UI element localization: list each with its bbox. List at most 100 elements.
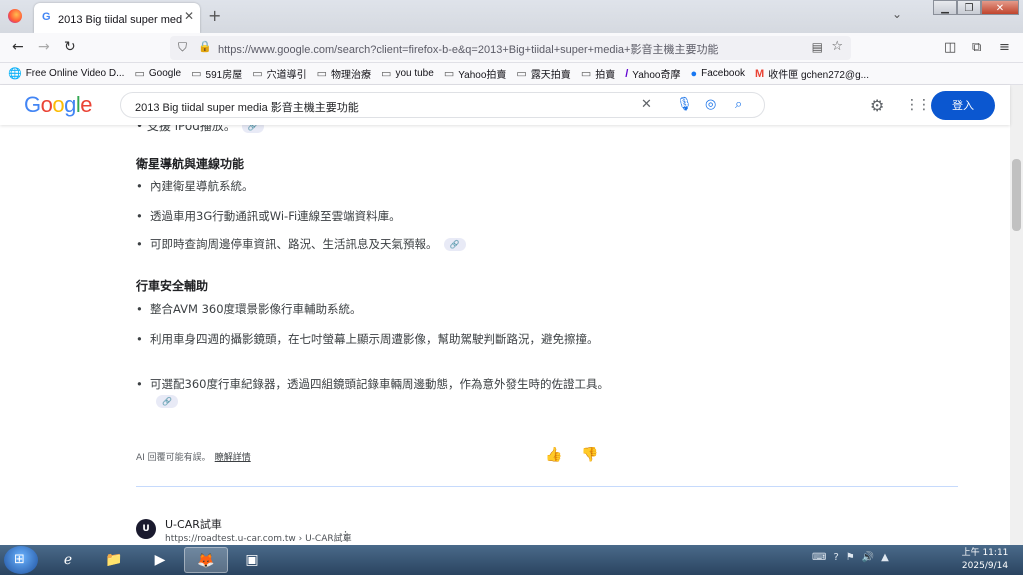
folder-icon: ▭	[516, 68, 527, 80]
google-header: Google 2013 Big tiidal super media 影音主機主…	[0, 85, 1010, 125]
pocket-icon[interactable]: ◫	[944, 40, 956, 55]
more-options-icon[interactable]: ⋮	[340, 529, 351, 542]
scrollbar[interactable]	[1010, 85, 1023, 545]
close-window-icon[interactable]: ✕	[981, 0, 1019, 15]
link-icon[interactable]: 🔗	[241, 125, 264, 133]
link-icon[interactable]: 🔗	[443, 238, 466, 251]
list-item: • 支援 iPod播放。 🔗	[136, 125, 264, 134]
bookmark-item[interactable]: ▭ Yahoo拍賣	[444, 66, 507, 81]
bookmark-star-icon[interactable]: ☆	[831, 39, 843, 54]
minimize-icon[interactable]: ▁	[933, 0, 957, 15]
lock-icon[interactable]: 🔒	[198, 40, 212, 53]
url-text[interactable]: https://www.google.com/search?client=fir…	[218, 41, 798, 57]
lens-icon[interactable]: ◎	[705, 97, 716, 112]
list-item: 可選配360度行車紀錄器，透過四組鏡頭記錄車輛周邊動態，作為意外發生時的佐證工具…	[136, 376, 611, 410]
bookmark-item[interactable]: ▭ 穴道導引	[252, 66, 306, 81]
keyboard-icon[interactable]: ⌨	[812, 552, 826, 563]
tracking-shield-icon[interactable]: ⛉	[178, 40, 187, 55]
media-player-icon[interactable]: ▶	[138, 547, 182, 573]
restore-icon[interactable]: ❐	[957, 0, 981, 15]
logo-letter: o	[52, 92, 65, 117]
google-logo[interactable]: Google	[24, 92, 93, 118]
search-box[interactable]: 2013 Big tiidal super media 影音主機主要功能 ✕ 🎙…	[120, 92, 765, 118]
bookmarks-bar: 🌐 Free Online Video D... ▭ Google ▭ 591房屋 ▭…	[0, 63, 1023, 85]
bookmark-item[interactable]: ▭ Google	[134, 67, 181, 80]
nav-bar: ← → ↻ ⛉ 🔒 https://www.google.com/search?…	[0, 33, 1023, 63]
bookmark-item[interactable]: ● Facebook	[690, 68, 745, 80]
list-tabs-icon[interactable]: ⌄	[892, 7, 902, 21]
url-bar[interactable]: ⛉ 🔒 https://www.google.com/search?client…	[170, 36, 851, 60]
folder-icon: ▭	[381, 68, 392, 80]
section-heading: 行車安全輔助	[136, 279, 209, 293]
folder-icon: ▭	[443, 68, 455, 80]
section-heading: 衛星導航與連線功能	[136, 157, 245, 171]
back-icon[interactable]: ←	[12, 39, 24, 55]
taskbar: ⊞ ℯ 📁 ▶ 🦊 ▣ ⌨ ? ⚑ 🔊 ▲ 上午 11:11 2025/9/14	[0, 545, 1023, 575]
thumbs-up-icon[interactable]: 👍	[545, 447, 562, 463]
bookmark-item[interactable]: ▭ you tube	[381, 67, 434, 80]
browser-tab[interactable]: G 2013 Big tiidal super media 影 ✕	[34, 3, 200, 33]
source-logo[interactable]: U	[136, 519, 156, 539]
microphone-icon[interactable]: 🎙	[676, 97, 693, 112]
volume-icon[interactable]: 🔊	[862, 552, 874, 563]
google-favicon-icon: G	[42, 11, 51, 23]
source-url[interactable]: https://roadtest.u-car.com.tw › U-CAR試車	[165, 531, 352, 544]
logo-letter: o	[40, 92, 53, 117]
firefox-taskbar-icon[interactable]: 🦊	[184, 547, 228, 573]
start-button[interactable]: ⊞	[4, 546, 38, 574]
bookmark-item[interactable]: / Yahoo奇摩	[625, 66, 680, 82]
system-tray: ⌨ ? ⚑ 🔊 ▲	[812, 552, 889, 563]
facebook-icon: ●	[690, 67, 698, 80]
bookmark-item[interactable]: ▭ 591房屋	[191, 66, 242, 81]
list-item: 內建衛星導航系統。	[136, 178, 611, 195]
bookmark-item[interactable]: ▭ 拍賣	[581, 66, 615, 81]
reader-view-icon[interactable]: ▤	[812, 40, 823, 54]
windows-logo-icon: ⊞	[14, 552, 25, 567]
tray-arrow-icon[interactable]: ▲	[881, 552, 889, 563]
bookmark-item[interactable]: 🌐 Free Online Video D...	[8, 67, 124, 80]
divider	[136, 486, 958, 487]
extensions-icon[interactable]: ⧉	[972, 40, 981, 55]
logo-letter: g	[64, 92, 76, 117]
bookmark-item[interactable]: ▭ 物理治療	[317, 66, 371, 81]
search-icon[interactable]: ⌕	[735, 97, 742, 112]
folder-icon: ▭	[316, 68, 328, 80]
globe-icon: 🌐	[8, 68, 22, 80]
clock[interactable]: 上午 11:11 2025/9/14	[955, 547, 1015, 573]
list-item: 可即時查詢周邊停車資訊、路況、生活訊息及天氣預報。🔗	[136, 236, 611, 253]
scrollbar-thumb[interactable]	[1012, 159, 1021, 231]
list-item: 利用車身四週的攝影鏡頭，在七吋螢幕上顯示周遭影像，幫助駕駛判斷路況，避免擦撞。	[136, 331, 611, 348]
menu-icon[interactable]: ≡	[999, 40, 1010, 55]
source-name[interactable]: U-CAR試車	[165, 516, 222, 532]
forward-icon[interactable]: →	[38, 39, 50, 55]
help-icon[interactable]: ?	[833, 552, 838, 563]
explorer-icon[interactable]: 📁	[92, 547, 136, 573]
clear-icon[interactable]: ✕	[641, 97, 652, 112]
learn-more-link[interactable]: 瞭解詳情	[215, 453, 251, 463]
logo-letter: G	[24, 92, 41, 117]
folder-icon: ▭	[252, 68, 263, 80]
search-input[interactable]: 2013 Big tiidal super media 影音主機主要功能	[135, 99, 359, 115]
window-app-icon[interactable]: ▣	[230, 547, 274, 573]
close-tab-icon[interactable]: ✕	[184, 9, 194, 23]
gear-icon[interactable]: ⚙	[870, 96, 884, 115]
gmail-icon: M	[755, 67, 765, 80]
link-icon[interactable]: 🔗	[156, 395, 178, 408]
tab-title: 2013 Big tiidal super media 影	[58, 14, 182, 26]
signin-button[interactable]: 登入	[931, 91, 995, 120]
list-item: 透過車用3G行動通訊或Wi-Fi連線至雲端資料庫。	[136, 208, 611, 225]
folder-icon: ▭	[580, 68, 592, 80]
thumbs-down-icon[interactable]: 👎	[581, 447, 598, 463]
new-tab-icon[interactable]: +	[208, 6, 221, 25]
bookmark-item[interactable]: M 收件匣 gchen272@g...	[755, 66, 869, 82]
search-results: • 支援 iPod播放。🔗 衛星導航與連線功能 內建衛星導航系統。 透過車用3G…	[0, 125, 1010, 545]
reload-icon[interactable]: ↻	[64, 39, 76, 55]
list-item: 整合AVM 360度環景影像行車輔助系統。	[136, 301, 611, 318]
network-icon[interactable]: ⚑	[846, 552, 855, 563]
ie-icon[interactable]: ℯ	[46, 547, 90, 573]
tab-strip: G 2013 Big tiidal super media 影 ✕ + ⌄ ▁ …	[0, 0, 1023, 33]
ai-disclaimer: AI 回覆可能有誤。 瞭解詳情	[136, 453, 251, 463]
yahoo-icon: /	[625, 67, 629, 80]
firefox-icon[interactable]	[8, 9, 22, 23]
bookmark-item[interactable]: ▭ 露天拍賣	[516, 66, 570, 81]
